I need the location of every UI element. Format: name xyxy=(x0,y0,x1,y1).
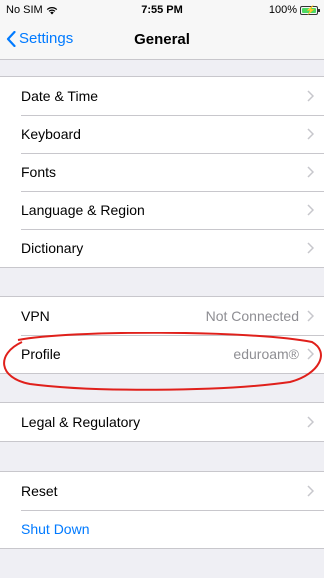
battery-percent: 100% xyxy=(268,4,297,16)
chevron-right-icon xyxy=(307,416,314,428)
back-button-label: Settings xyxy=(19,30,74,47)
row-date-time[interactable]: Date & Time xyxy=(0,77,324,115)
row-label: Keyboard xyxy=(21,126,81,142)
settings-group-reset: Reset Shut Down xyxy=(0,471,324,549)
charging-bolt-icon: ⚡ xyxy=(305,4,317,15)
settings-group-network: VPN Not Connected Profile eduroam® xyxy=(0,296,324,374)
row-label: VPN xyxy=(21,308,50,324)
row-reset[interactable]: Reset xyxy=(0,472,324,510)
settings-general-screen: No SIM 7:55 PM 100% ⚡ Settings General D… xyxy=(0,0,324,578)
row-label: Legal & Regulatory xyxy=(21,414,141,430)
back-button[interactable]: Settings xyxy=(6,30,73,47)
row-value: eduroam® xyxy=(233,346,299,362)
chevron-right-icon xyxy=(307,128,314,140)
row-label: Reset xyxy=(21,483,58,499)
chevron-right-icon xyxy=(307,310,314,322)
row-legal-regulatory[interactable]: Legal & Regulatory xyxy=(0,403,324,441)
navigation-bar: Settings General xyxy=(0,20,324,60)
row-keyboard[interactable]: Keyboard xyxy=(0,115,324,153)
row-vpn[interactable]: VPN Not Connected xyxy=(0,297,324,335)
battery-tip xyxy=(318,8,320,12)
row-label: Language & Region xyxy=(21,202,145,218)
status-bar: No SIM 7:55 PM 100% ⚡ xyxy=(0,0,324,20)
chevron-right-icon xyxy=(307,90,314,102)
row-language-region[interactable]: Language & Region xyxy=(0,191,324,229)
chevron-right-icon xyxy=(307,485,314,497)
row-profile[interactable]: Profile eduroam® xyxy=(0,335,324,373)
row-label: Fonts xyxy=(21,164,57,180)
row-label: Dictionary xyxy=(21,240,84,256)
row-label: Profile xyxy=(21,346,61,362)
row-dictionary[interactable]: Dictionary xyxy=(0,229,324,267)
chevron-right-icon xyxy=(307,242,314,254)
status-right: 100% ⚡ xyxy=(268,4,320,16)
row-fonts[interactable]: Fonts xyxy=(0,153,324,191)
row-shut-down[interactable]: Shut Down xyxy=(0,510,324,548)
chevron-right-icon xyxy=(307,166,314,178)
row-value: Not Connected xyxy=(205,308,299,324)
settings-group-legal: Legal & Regulatory xyxy=(0,402,324,442)
chevron-right-icon xyxy=(307,348,314,360)
settings-group-general: Date & Time Keyboard Fonts Language & Re… xyxy=(0,76,324,268)
chevron-left-icon xyxy=(6,30,16,47)
battery-icon: ⚡ xyxy=(300,4,320,15)
row-label: Date & Time xyxy=(21,88,99,104)
chevron-right-icon xyxy=(307,204,314,216)
shut-down-button: Shut Down xyxy=(21,521,90,537)
